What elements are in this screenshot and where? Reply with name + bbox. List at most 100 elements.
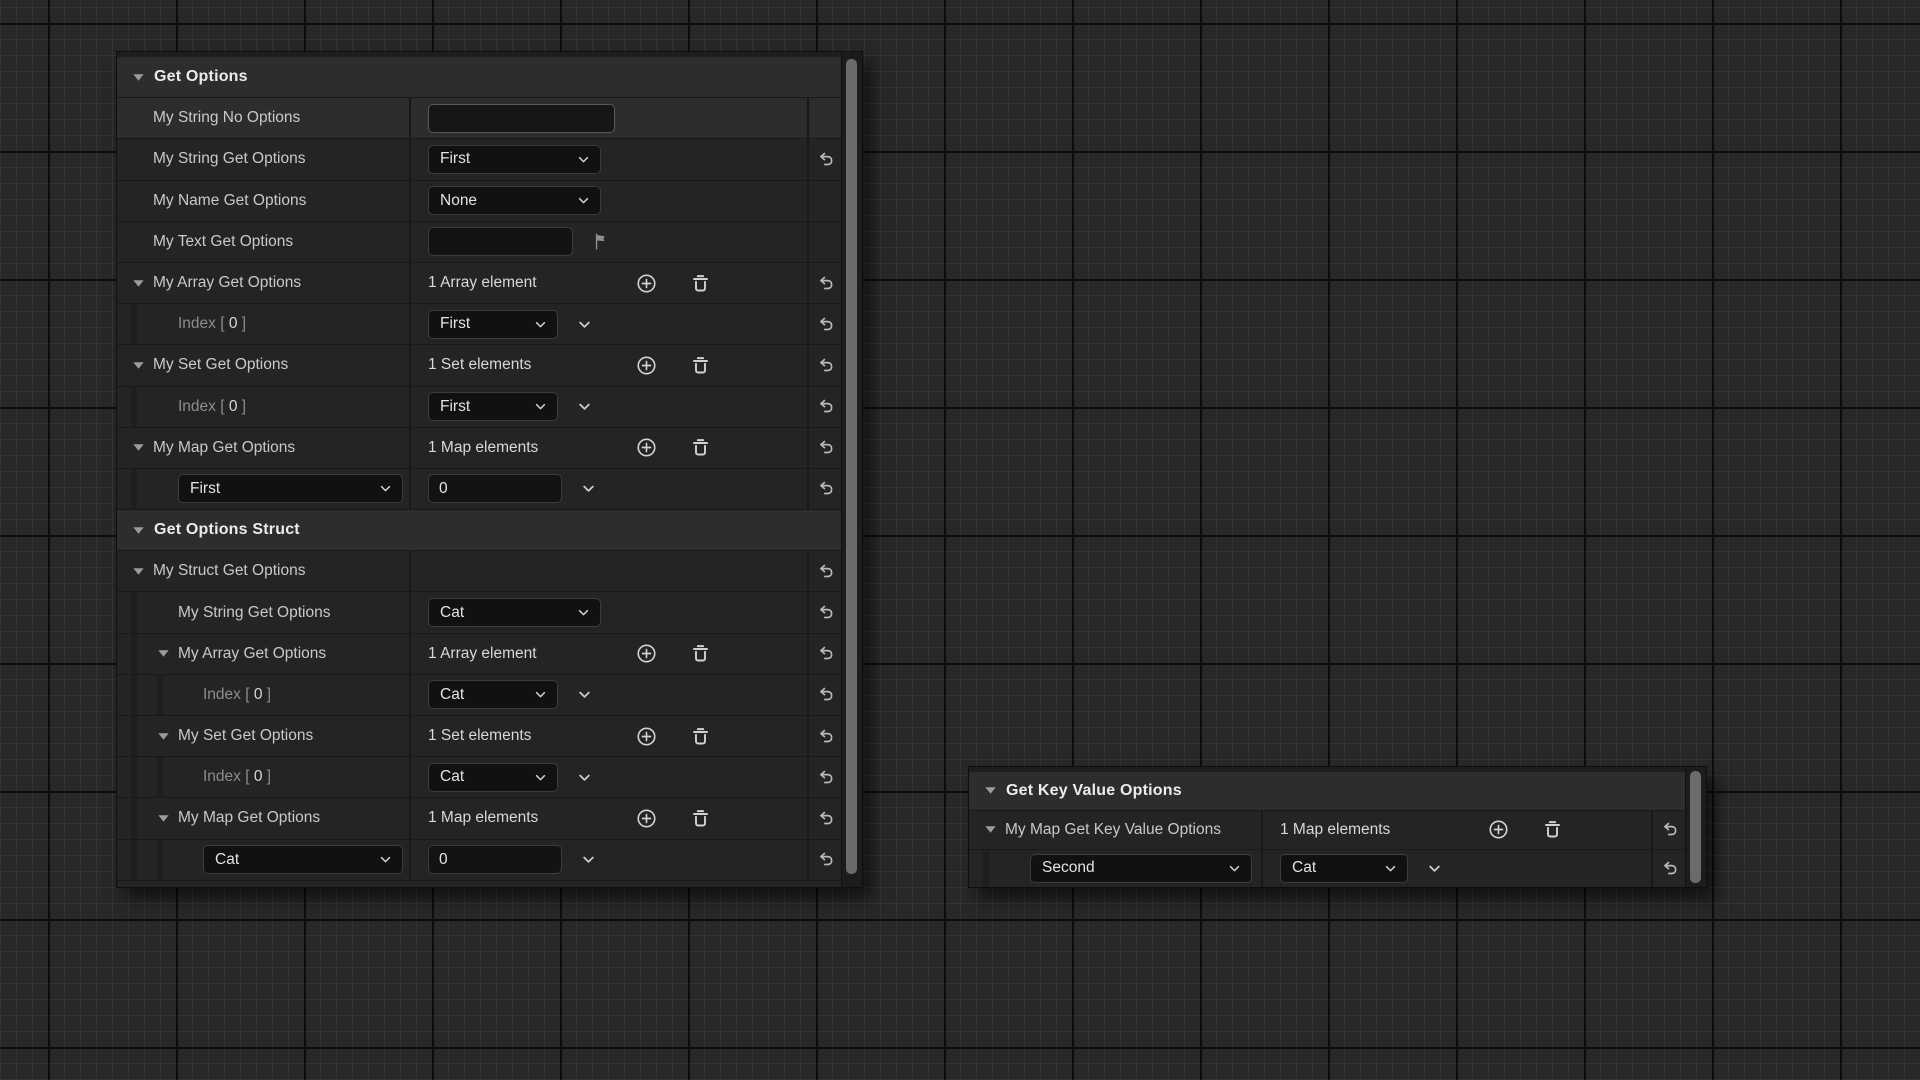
dropdown-selected-value: First (440, 398, 470, 416)
indent-rail (157, 757, 163, 797)
enum-dropdown[interactable]: Cat (428, 763, 558, 792)
add-element-button[interactable] (635, 725, 658, 748)
blueprint-graph-background[interactable]: Get Options My String No Options My String… (0, 0, 1920, 1080)
property-name-cell: My String No Options (117, 98, 409, 138)
chevron-down-icon (1226, 860, 1243, 877)
reset-to-default-button[interactable] (815, 849, 836, 870)
enum-dropdown[interactable]: Cat (428, 680, 558, 709)
property-name-cell: My String Get Options (117, 592, 409, 632)
reset-to-default-button[interactable] (815, 602, 836, 623)
reset-to-default-button[interactable] (815, 437, 836, 458)
add-element-button[interactable] (635, 272, 658, 295)
reset-to-default-button[interactable] (815, 643, 836, 664)
enum-dropdown[interactable]: None (428, 186, 601, 215)
clear-elements-button[interactable] (689, 807, 712, 830)
clear-elements-button[interactable] (689, 436, 712, 459)
expander-icon[interactable] (131, 358, 146, 373)
reset-to-default-button[interactable] (815, 355, 836, 376)
map-key-dropdown[interactable]: Cat (203, 845, 403, 874)
panel-scrollbar[interactable] (1685, 767, 1706, 887)
text-input[interactable] (428, 104, 615, 133)
reset-to-default-button[interactable] (815, 478, 836, 499)
panel-scrollbar[interactable] (841, 52, 862, 887)
add-element-button[interactable] (1487, 818, 1510, 841)
clear-elements-button[interactable] (1541, 818, 1564, 841)
category-expander-icon[interactable] (983, 783, 998, 798)
expander-icon[interactable] (156, 811, 171, 826)
category-title: Get Options (154, 68, 248, 86)
expander-icon[interactable] (131, 564, 146, 579)
property-value-cell: 1 Set elements (409, 345, 807, 385)
property-value-cell: First (409, 139, 807, 179)
property-label: My Text Get Options (153, 233, 293, 251)
category-header[interactable]: Get Options (117, 57, 841, 98)
reset-to-default-button[interactable] (815, 767, 836, 788)
scrollbar-thumb[interactable] (1690, 771, 1701, 883)
element-options-button[interactable] (575, 315, 594, 334)
element-options-button[interactable] (579, 850, 598, 869)
clear-elements-button[interactable] (689, 725, 712, 748)
index-label: Index [ (203, 686, 254, 704)
reset-to-default-button[interactable] (815, 726, 836, 747)
chevron-down-icon (532, 769, 549, 786)
add-element-button[interactable] (635, 642, 658, 665)
localization-flag-icon[interactable] (590, 231, 611, 252)
reset-to-default-button[interactable] (815, 808, 836, 829)
reset-to-default-button[interactable] (815, 561, 836, 582)
element-options-button[interactable] (575, 768, 594, 787)
expander-icon[interactable] (131, 440, 146, 455)
enum-dropdown[interactable]: Cat (1280, 854, 1408, 883)
chevron-down-icon (377, 480, 394, 497)
property-row: My Map Get Options1 Map elements (117, 428, 841, 469)
category-expander-icon[interactable] (131, 523, 146, 538)
element-options-button[interactable] (575, 397, 594, 416)
reset-to-default-button[interactable] (1659, 858, 1680, 879)
map-key-dropdown[interactable]: Second (1030, 854, 1252, 883)
index-label: Index [ (178, 315, 229, 333)
reset-to-default-button[interactable] (815, 273, 836, 294)
expander-icon[interactable] (156, 729, 171, 744)
category-header[interactable]: Get Options Struct (117, 510, 841, 551)
property-row: My Name Get OptionsNone (117, 181, 841, 222)
category-expander-icon[interactable] (131, 70, 146, 85)
element-options-button[interactable] (579, 479, 598, 498)
add-element-button[interactable] (635, 436, 658, 459)
property-row: My Text Get Options (117, 222, 841, 263)
map-key-dropdown[interactable]: First (178, 474, 403, 503)
reset-cell (807, 675, 841, 715)
text-input[interactable] (428, 474, 562, 503)
enum-dropdown[interactable]: Cat (428, 598, 601, 627)
reset-cell (807, 181, 841, 221)
enum-dropdown[interactable]: First (428, 310, 558, 339)
property-row: My Set Get Options1 Set elements (117, 345, 841, 386)
expander-icon[interactable] (983, 822, 998, 837)
property-name-cell: First (117, 469, 409, 509)
property-value-cell: 1 Map elements (1261, 811, 1651, 849)
property-value-cell (409, 98, 807, 138)
add-element-button[interactable] (635, 354, 658, 377)
reset-to-default-button[interactable] (815, 396, 836, 417)
add-element-button[interactable] (635, 807, 658, 830)
reset-to-default-button[interactable] (815, 684, 836, 705)
reset-to-default-button[interactable] (1659, 819, 1680, 840)
element-options-button[interactable] (575, 685, 594, 704)
expander-icon[interactable] (156, 646, 171, 661)
text-input[interactable] (428, 845, 562, 874)
scrollbar-thumb[interactable] (846, 59, 857, 874)
clear-elements-button[interactable] (689, 272, 712, 295)
clear-elements-button[interactable] (689, 642, 712, 665)
dropdown-selected-value: First (440, 150, 470, 168)
clear-elements-button[interactable] (689, 354, 712, 377)
enum-dropdown[interactable]: First (428, 392, 558, 421)
reset-cell (807, 263, 841, 303)
enum-dropdown[interactable]: First (428, 145, 601, 174)
text-input[interactable] (428, 227, 573, 256)
chevron-down-icon (575, 192, 592, 209)
expander-icon[interactable] (131, 276, 146, 291)
reset-to-default-button[interactable] (815, 149, 836, 170)
reset-to-default-button[interactable] (815, 314, 836, 335)
property-row: Index [ 0 ]First (117, 387, 841, 428)
category-header[interactable]: Get Key Value Options (969, 772, 1685, 811)
element-options-button[interactable] (1425, 859, 1444, 878)
property-name-cell: Second (969, 850, 1261, 887)
